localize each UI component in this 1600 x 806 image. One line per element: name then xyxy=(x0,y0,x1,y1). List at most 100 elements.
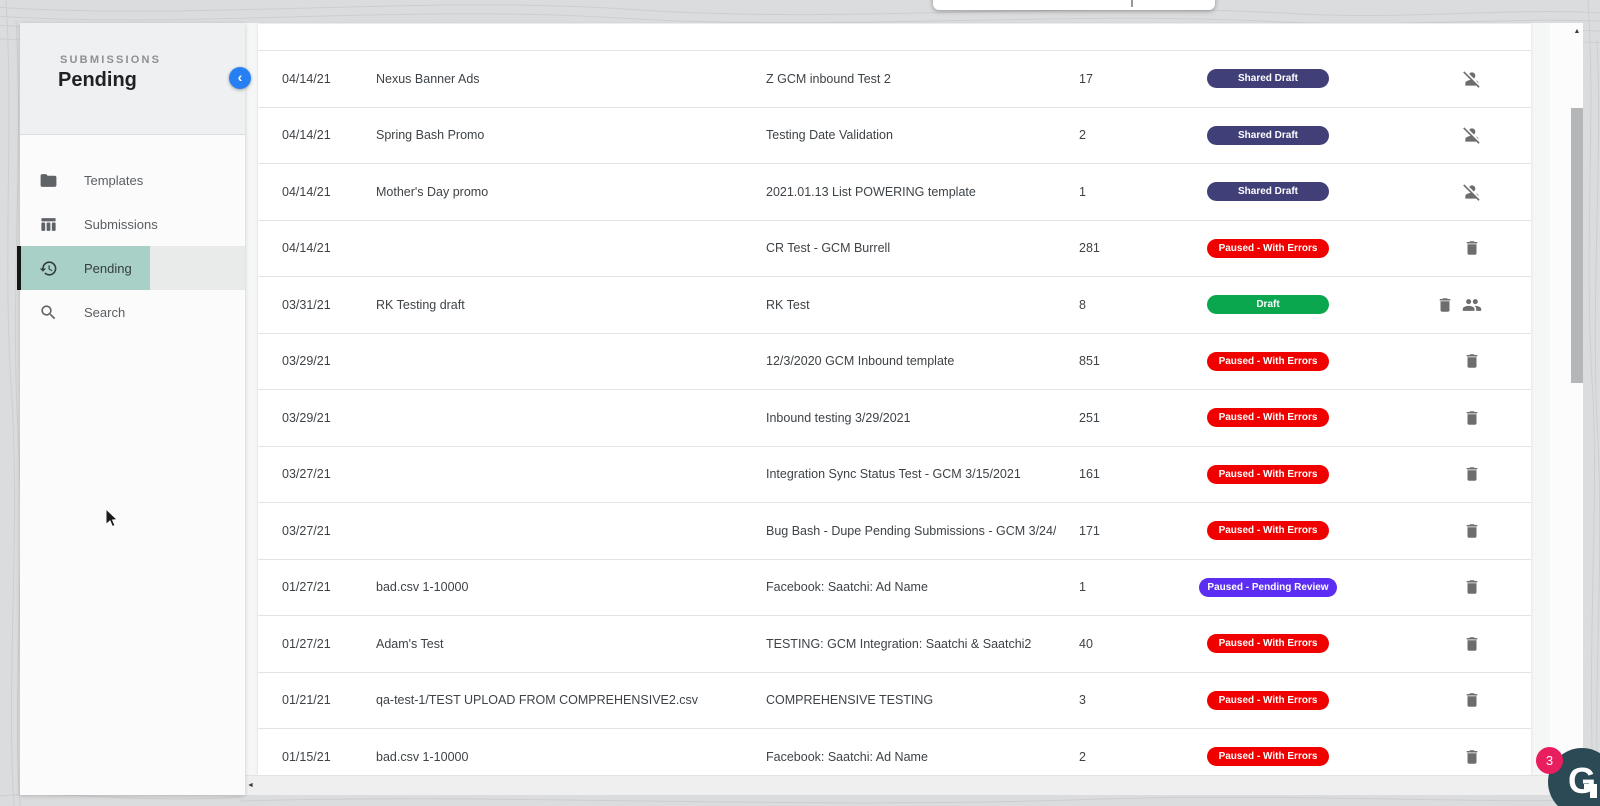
row-status-cell: Shared Draft xyxy=(1130,125,1406,145)
status-badge: Paused - With Errors xyxy=(1207,521,1329,541)
status-badge: Shared Draft xyxy=(1207,69,1329,89)
trash-icon[interactable] xyxy=(1462,351,1482,371)
sidebar-menu: Templates Submissions Pending Search xyxy=(17,135,245,334)
trash-icon[interactable] xyxy=(1462,408,1482,428)
table-row[interactable]: 03/29/21 12/3/2020 GCM Inbound template 85… xyxy=(258,333,1531,390)
sidebar: SUBMISSIONS Pending ‹ Templates Submissi… xyxy=(17,23,251,795)
row-template: Inbound testing 3/29/2021 xyxy=(766,410,911,425)
sidebar-item-templates[interactable]: Templates xyxy=(20,158,245,202)
row-date: 04/14/21 xyxy=(282,71,331,86)
floating-search-panel[interactable] xyxy=(933,0,1215,10)
row-status-cell: Shared Draft xyxy=(1130,69,1406,89)
row-date: 04/14/21 xyxy=(282,241,331,256)
row-template: Z GCM inbound Test 2 xyxy=(766,71,891,86)
row-actions xyxy=(1406,634,1531,654)
row-date: 01/27/21 xyxy=(282,580,331,595)
row-actions xyxy=(1406,182,1531,202)
sidebar-item-pending[interactable]: Pending xyxy=(17,246,245,290)
status-badge: Paused - With Errors xyxy=(1207,351,1329,371)
table-row[interactable]: 01/27/21 bad.csv 1-10000 Facebook: Saatchi… xyxy=(258,559,1531,616)
row-template: 12/3/2020 GCM Inbound template xyxy=(766,354,955,369)
table-row[interactable]: 01/15/21 bad.csv 1-10000 Facebook: Saatchi… xyxy=(258,729,1531,775)
history-icon xyxy=(38,258,58,278)
sidebar-item-submissions[interactable]: Submissions xyxy=(20,202,245,246)
row-template: Testing Date Validation xyxy=(766,128,893,143)
table-row[interactable]: 04/14/21 Nexus Banner Ads Z GCM inbound Te… xyxy=(258,51,1531,108)
row-status-cell: Paused - With Errors xyxy=(1130,464,1406,484)
row-date: 04/14/21 xyxy=(282,184,331,199)
sidebar-item-label: Pending xyxy=(84,260,132,276)
row-count: 1 xyxy=(1079,184,1086,199)
row-status-cell: Paused - With Errors xyxy=(1130,690,1406,710)
trash-icon[interactable] xyxy=(1462,577,1482,597)
row-status-cell: Paused - With Errors xyxy=(1130,747,1406,767)
row-count: 2 xyxy=(1079,128,1086,143)
table-row[interactable]: 01/27/21 Adam's Test TESTING: GCM Integrat… xyxy=(258,616,1531,673)
trash-icon[interactable] xyxy=(1462,690,1482,710)
table-row[interactable]: 04/14/21 Spring Bash Promo Testing Date Va… xyxy=(258,107,1531,164)
row-count: 251 xyxy=(1079,410,1100,425)
row-template: TESTING: GCM Integration: Saatchi & Saat… xyxy=(766,636,1032,651)
row-name: Mother's Day promo xyxy=(376,184,489,199)
trash-icon[interactable] xyxy=(1462,747,1482,767)
trash-icon[interactable] xyxy=(1462,634,1482,654)
row-date: 03/29/21 xyxy=(282,410,331,425)
trash-icon[interactable] xyxy=(1462,238,1482,258)
row-status-cell: Paused - Pending Review xyxy=(1130,577,1406,597)
trash-icon[interactable] xyxy=(1435,295,1455,315)
search-icon xyxy=(38,302,58,322)
row-date: 03/29/21 xyxy=(282,354,331,369)
row-template: CR Test - GCM Burrell xyxy=(766,241,891,256)
scroll-up-arrow-icon[interactable]: ▲ xyxy=(1571,26,1583,38)
row-name: qa-test-1/TEST UPLOAD FROM COMPREHENSIVE… xyxy=(376,693,699,708)
row-actions xyxy=(1406,351,1531,371)
chevron-left-icon: ‹ xyxy=(237,69,243,85)
mouse-cursor xyxy=(105,508,119,528)
row-template: 2021.01.13 List POWERING template xyxy=(766,184,976,199)
row-status-cell: Shared Draft xyxy=(1130,182,1406,202)
person-off-icon[interactable] xyxy=(1462,69,1482,89)
row-template: Facebook: Saatchi: Ad Name xyxy=(766,580,928,595)
row-status-cell: Paused - With Errors xyxy=(1130,408,1406,428)
row-actions xyxy=(1406,577,1531,597)
table-row[interactable]: 03/27/21 Integration Sync Status Test - G… xyxy=(258,446,1531,503)
row-count: 1 xyxy=(1079,580,1086,595)
person-off-icon[interactable] xyxy=(1462,182,1482,202)
row-status-cell: Paused - With Errors xyxy=(1130,521,1406,541)
table-row[interactable]: 03/29/21 Inbound testing 3/29/2021 251 Paus… xyxy=(258,390,1531,447)
row-count: 171 xyxy=(1079,523,1100,538)
row-template: COMPREHENSIVE TESTING xyxy=(766,693,934,708)
table-row[interactable]: 01/21/21 qa-test-1/TEST UPLOAD FROM COMPR… xyxy=(258,672,1531,729)
status-badge: Paused - With Errors xyxy=(1207,634,1329,654)
vertical-scrollbar-thumb[interactable] xyxy=(1571,108,1583,383)
sidebar-item-label: Submissions xyxy=(84,216,158,232)
row-name: RK Testing draft xyxy=(376,297,465,312)
status-badge: Paused - With Errors xyxy=(1207,464,1329,484)
people-icon[interactable] xyxy=(1462,295,1482,315)
trash-icon[interactable] xyxy=(1462,521,1482,541)
table-top-strip xyxy=(258,24,1531,51)
row-status-cell: Paused - With Errors xyxy=(1130,634,1406,654)
status-badge: Paused - With Errors xyxy=(1207,238,1329,258)
row-name: Adam's Test xyxy=(376,636,444,651)
table-row[interactable]: 04/14/21 CR Test - GCM Burrell 281 Paused -… xyxy=(258,220,1531,277)
page-title: Pending xyxy=(58,69,137,91)
row-count: 281 xyxy=(1079,241,1100,256)
notification-count-badge: 3 xyxy=(1536,747,1563,774)
table-row[interactable]: 03/31/21 RK Testing draft RK Test 8 Draft xyxy=(258,277,1531,334)
row-actions xyxy=(1406,408,1531,428)
horizontal-scrollbar-track[interactable]: ◄ xyxy=(244,775,1583,795)
folder-icon xyxy=(38,170,58,190)
table-row[interactable]: 03/27/21 Bug Bash - Dupe Pending Submissi… xyxy=(258,503,1531,560)
sidebar-header: SUBMISSIONS Pending ‹ xyxy=(20,23,251,135)
row-count: 161 xyxy=(1079,467,1100,482)
table-row[interactable]: 04/14/21 Mother's Day promo 2021.01.13 Lis… xyxy=(258,164,1531,221)
sidebar-item-search[interactable]: Search xyxy=(20,290,245,334)
status-badge: Paused - Pending Review xyxy=(1199,577,1337,597)
status-badge: Draft xyxy=(1207,295,1329,315)
scroll-left-arrow-icon[interactable]: ◄ xyxy=(247,782,254,789)
person-off-icon[interactable] xyxy=(1462,125,1482,145)
trash-icon[interactable] xyxy=(1462,464,1482,484)
row-name: Nexus Banner Ads xyxy=(376,71,480,86)
sidebar-collapse-button[interactable]: ‹ xyxy=(229,67,251,89)
